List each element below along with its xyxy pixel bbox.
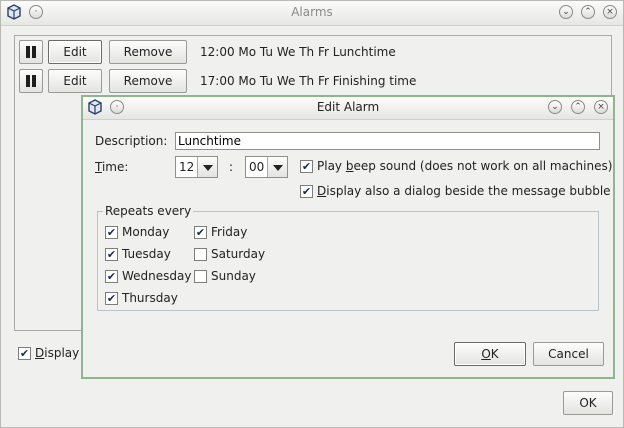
hour-value: 12 [179, 160, 195, 174]
repeats-label: Repeats every [103, 204, 194, 218]
wednesday-checkbox[interactable]: ✔ [105, 270, 118, 283]
play-beep-checkbox[interactable]: ✔ [300, 160, 313, 173]
display-checkbox-label: Display [35, 346, 80, 360]
checkmark-icon: ✔ [106, 292, 117, 305]
pause-icon[interactable] [19, 69, 43, 93]
main-ok-button[interactable]: OK [563, 391, 613, 415]
checkmark-icon: ✔ [301, 160, 312, 173]
description-label: Description: [95, 134, 168, 148]
friday-label: Friday [211, 225, 248, 239]
remove-alarm-button[interactable]: Remove [109, 69, 187, 93]
edit-alarm-button[interactable]: Edit [48, 40, 102, 64]
remove-alarm-button[interactable]: Remove [109, 40, 187, 64]
alarms-title-bar[interactable]: · Alarms ⌄ ⌃ × [1, 1, 623, 26]
friday-checkbox[interactable]: ✔ [194, 226, 207, 239]
minute-select[interactable]: 00 [245, 156, 288, 178]
dialog-title-bar[interactable]: · Edit Alarm ⌄ ⌃ × [83, 97, 613, 120]
sunday-label: Sunday [211, 269, 256, 283]
display-checkbox[interactable]: ✔ [18, 347, 31, 360]
dialog-title: Edit Alarm [316, 100, 380, 114]
display-dialog-label: Display also a dialog beside the message… [317, 184, 611, 198]
sunday-checkbox[interactable] [194, 270, 207, 283]
monday-checkbox[interactable]: ✔ [105, 226, 118, 239]
edit-alarm-button[interactable]: Edit [48, 69, 102, 93]
minimize-icon[interactable]: ⌄ [559, 5, 573, 19]
wednesday-label: Wednesday [122, 269, 192, 283]
alarm-summary: 17:00 Mo Tu We Th Fr Finishing time [200, 74, 417, 88]
alarm-summary: 12:00 Mo Tu We Th Fr Lunchtime [200, 45, 396, 59]
hour-select[interactable]: 12 [175, 156, 218, 178]
dropdown-arrow-icon[interactable] [197, 157, 217, 177]
time-separator: : [229, 160, 234, 174]
thursday-label: Thursday [122, 291, 178, 305]
close-icon[interactable]: × [603, 5, 617, 19]
checkmark-icon: ✔ [195, 226, 206, 239]
play-beep-label: Play beep sound (does not work on all ma… [317, 159, 613, 173]
checkmark-icon: ✔ [106, 270, 117, 283]
maximize-icon[interactable]: ⌃ [571, 100, 585, 114]
minimize-icon[interactable]: ⌄ [548, 100, 562, 114]
edit-alarm-dialog: · Edit Alarm ⌄ ⌃ × Description: Time: 12… [81, 95, 615, 379]
minute-value: 00 [249, 160, 265, 174]
checkmark-icon: ✔ [19, 347, 30, 360]
pause-icon[interactable] [19, 40, 43, 64]
tuesday-label: Tuesday [122, 247, 171, 261]
dialog-ok-button[interactable]: OK [454, 342, 526, 366]
thursday-checkbox[interactable]: ✔ [105, 292, 118, 305]
checkmark-icon: ✔ [301, 185, 312, 198]
checkmark-icon: ✔ [106, 248, 117, 261]
display-dialog-checkbox[interactable]: ✔ [300, 185, 313, 198]
maximize-icon[interactable]: ⌃ [581, 5, 595, 19]
monday-label: Monday [122, 225, 170, 239]
dropdown-arrow-icon[interactable] [267, 157, 287, 177]
close-icon[interactable]: × [594, 100, 608, 114]
alarms-window-title: Alarms [291, 5, 333, 19]
time-label: Time: [95, 160, 129, 174]
description-input[interactable] [175, 132, 600, 150]
checkmark-icon: ✔ [106, 226, 117, 239]
saturday-checkbox[interactable] [194, 248, 207, 261]
saturday-label: Saturday [211, 247, 266, 261]
tuesday-checkbox[interactable]: ✔ [105, 248, 118, 261]
dialog-cancel-button[interactable]: Cancel [533, 342, 604, 366]
